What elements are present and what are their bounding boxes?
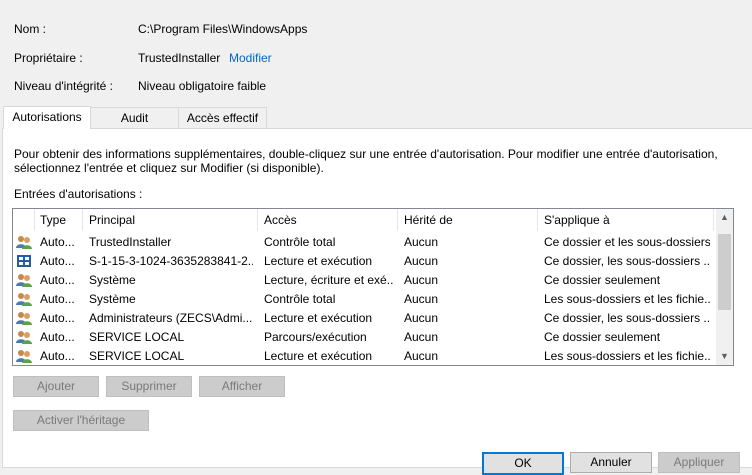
column-header-access[interactable]: Accès — [264, 213, 297, 227]
cell-type: Auto... — [40, 235, 75, 249]
vertical-scrollbar[interactable]: ▲ ▼ — [716, 209, 733, 365]
column-header-applies-to[interactable]: S'applique à — [544, 213, 610, 227]
cell-inherited: Aucun — [404, 273, 439, 287]
cell-applies: Ce dossier seulement — [544, 330, 661, 344]
users-icon — [16, 235, 32, 249]
table-row[interactable]: Auto... Administrateurs (ZECS\Admi... Lect… — [13, 309, 715, 328]
cell-applies: Ce dossier et les sous-dossiers — [544, 235, 710, 249]
scroll-up-arrow-icon[interactable]: ▲ — [716, 209, 733, 226]
table-row[interactable]: Auto... Système Lecture, écriture et exé..… — [13, 271, 715, 290]
cell-applies: Les sous-dossiers et les fichie... — [544, 349, 710, 363]
scroll-down-arrow-icon[interactable]: ▼ — [716, 348, 733, 365]
cell-principal: Système — [89, 273, 136, 287]
cell-principal: Administrateurs (ZECS\Admi... — [89, 311, 253, 325]
users-icon — [16, 311, 32, 325]
cell-applies: Ce dossier, les sous-dossiers ... — [544, 311, 710, 325]
name-value: C:\Program Files\WindowsApps — [138, 22, 308, 36]
change-owner-link[interactable]: Modifier — [229, 51, 272, 65]
entries-label: Entrées d'autorisations : — [14, 187, 143, 201]
users-icon — [16, 330, 32, 344]
cell-inherited: Aucun — [404, 311, 439, 325]
cell-access: Lecture, écriture et exé... — [264, 273, 394, 287]
table-row[interactable]: Auto... SERVICE LOCAL Lecture et exécution… — [13, 347, 715, 365]
name-label: Nom : — [14, 22, 47, 36]
permission-entries-list[interactable]: Type Principal Accès Hérité de S'appliqu… — [12, 208, 734, 366]
column-header-type[interactable]: Type — [40, 213, 66, 227]
cell-access: Lecture et exécution — [264, 349, 373, 363]
cell-applies: Ce dossier seulement — [544, 273, 661, 287]
tab-effective-access[interactable]: Accès effectif — [178, 107, 267, 128]
cell-applies: Ce dossier, les sous-dossiers ... — [544, 254, 710, 268]
add-button[interactable]: Ajouter — [13, 376, 99, 397]
cell-type: Auto... — [40, 254, 75, 268]
cell-principal: TrustedInstaller — [89, 235, 172, 249]
cell-inherited: Aucun — [404, 235, 439, 249]
cell-inherited: Aucun — [404, 349, 439, 363]
cell-access: Lecture et exécution — [264, 254, 373, 268]
cell-type: Auto... — [40, 311, 75, 325]
table-row[interactable]: Auto... TrustedInstaller Contrôle total Auc… — [13, 233, 715, 252]
integrity-value: Niveau obligatoire faible — [138, 79, 267, 93]
cell-inherited: Aucun — [404, 254, 439, 268]
tab-permissions[interactable]: Autorisations — [3, 106, 91, 129]
remove-button[interactable]: Supprimer — [106, 376, 192, 397]
cell-applies: Les sous-dossiers et les fichie... — [544, 292, 710, 306]
package-icon — [16, 254, 32, 268]
apply-button[interactable]: Appliquer — [658, 452, 740, 473]
list-header: Type Principal Accès Hérité de S'appliqu… — [13, 209, 715, 231]
cell-principal: S-1-15-3-1024-3635283841-2... — [89, 254, 253, 268]
column-header-principal[interactable]: Principal — [89, 213, 135, 227]
cell-principal: Système — [89, 292, 136, 306]
cell-principal: SERVICE LOCAL — [89, 330, 185, 344]
enable-inheritance-button[interactable]: Activer l'héritage — [13, 410, 149, 431]
users-icon — [16, 349, 32, 363]
cell-type: Auto... — [40, 292, 75, 306]
cell-access: Parcours/exécution — [264, 330, 367, 344]
cell-type: Auto... — [40, 330, 75, 344]
cell-type: Auto... — [40, 349, 75, 363]
integrity-label: Niveau d'intégrité : — [14, 79, 114, 93]
table-row[interactable]: Auto... Système Contrôle total Aucun Les sou… — [13, 290, 715, 309]
cell-access: Lecture et exécution — [264, 311, 373, 325]
description-line-2: sélectionnez l'entrée et cliquez sur Mod… — [14, 161, 324, 175]
users-icon — [16, 273, 32, 287]
cell-access: Contrôle total — [264, 292, 336, 306]
cell-inherited: Aucun — [404, 330, 439, 344]
table-row[interactable]: Auto... SERVICE LOCAL Parcours/exécution Au… — [13, 328, 715, 347]
ok-button[interactable]: OK — [482, 452, 564, 475]
cell-principal: SERVICE LOCAL — [89, 349, 185, 363]
cell-type: Auto... — [40, 273, 75, 287]
description-line-1: Pour obtenir des informations supplément… — [14, 147, 718, 161]
users-icon — [16, 292, 32, 306]
cancel-button[interactable]: Annuler — [570, 452, 652, 473]
owner-value: TrustedInstaller — [138, 51, 221, 65]
scroll-thumb[interactable] — [718, 234, 731, 310]
tab-audit[interactable]: Audit — [90, 107, 179, 128]
column-header-inherited[interactable]: Hérité de — [404, 213, 453, 227]
table-row[interactable]: Auto... S-1-15-3-1024-3635283841-2... Lect… — [13, 252, 715, 271]
cell-inherited: Aucun — [404, 292, 439, 306]
cell-access: Contrôle total — [264, 235, 336, 249]
owner-label: Propriétaire : — [14, 51, 83, 65]
view-button[interactable]: Afficher — [199, 376, 285, 397]
